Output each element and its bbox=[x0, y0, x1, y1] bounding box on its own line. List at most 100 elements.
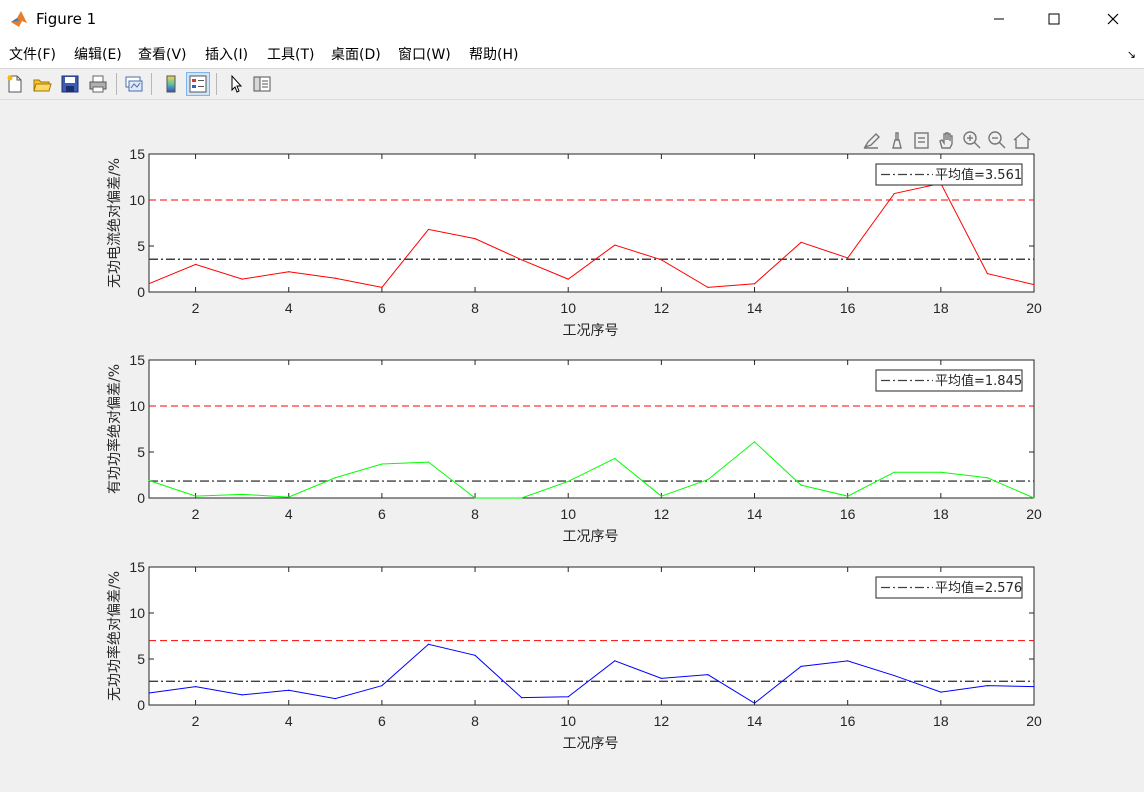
data-point bbox=[986, 477, 989, 479]
colorbar-button[interactable] bbox=[159, 72, 183, 96]
x-tick-label: 4 bbox=[285, 713, 293, 729]
export-icon[interactable] bbox=[914, 132, 929, 149]
x-tick-label: 20 bbox=[1026, 300, 1042, 316]
data-point bbox=[381, 685, 383, 687]
open-file-button[interactable] bbox=[30, 72, 54, 96]
y-tick-label: 10 bbox=[129, 605, 145, 621]
data-point bbox=[381, 463, 383, 465]
maximize-button[interactable] bbox=[1031, 0, 1077, 38]
menu-insert[interactable]: 插入(I) bbox=[205, 44, 248, 64]
x-tick-label: 10 bbox=[560, 713, 576, 729]
save-icon bbox=[61, 75, 79, 93]
menu-help[interactable]: 帮助(H) bbox=[469, 44, 518, 64]
y-tick-label: 10 bbox=[129, 192, 145, 208]
menu-view[interactable]: 查看(V) bbox=[138, 44, 187, 64]
maximize-icon bbox=[1048, 13, 1060, 25]
data-point bbox=[288, 496, 290, 498]
data-point bbox=[521, 497, 523, 499]
x-tick-label: 12 bbox=[654, 300, 670, 316]
link-plot-button[interactable] bbox=[122, 72, 146, 96]
data-point bbox=[753, 702, 756, 704]
menu-file[interactable]: 文件(F) bbox=[9, 44, 56, 64]
data-point bbox=[614, 660, 616, 662]
data-point bbox=[800, 484, 802, 486]
menu-dock-arrow-icon[interactable]: ↘ bbox=[1127, 48, 1136, 61]
x-tick-label: 8 bbox=[471, 713, 479, 729]
menu-edit[interactable]: 编辑(E) bbox=[74, 44, 122, 64]
data-point bbox=[241, 278, 243, 280]
data-point bbox=[847, 495, 849, 497]
data-point bbox=[521, 697, 523, 699]
legend: 平均值=3.561 bbox=[875, 163, 1023, 186]
data-point bbox=[893, 674, 895, 677]
data-point bbox=[148, 283, 150, 285]
x-tick-label: 8 bbox=[471, 506, 479, 522]
axes-toolbar bbox=[863, 131, 1031, 149]
zoom-out-icon[interactable] bbox=[988, 131, 1006, 149]
x-tick-label: 14 bbox=[747, 300, 763, 316]
data-point bbox=[427, 228, 430, 231]
data-point bbox=[614, 457, 616, 460]
data-point bbox=[474, 497, 476, 499]
legend-button[interactable] bbox=[186, 72, 210, 96]
data-cursor-icon[interactable] bbox=[892, 132, 902, 149]
x-axis-label: 工况序号 bbox=[563, 736, 619, 752]
data-point bbox=[427, 643, 430, 645]
data-point bbox=[148, 479, 150, 482]
data-point bbox=[288, 271, 290, 273]
property-inspector-button[interactable] bbox=[250, 72, 274, 96]
data-point bbox=[753, 441, 756, 443]
minimize-icon bbox=[994, 18, 1004, 20]
data-point bbox=[567, 278, 569, 280]
edit-plot-button[interactable] bbox=[224, 72, 248, 96]
y-tick-label: 5 bbox=[137, 238, 145, 254]
data-point bbox=[660, 259, 662, 261]
x-tick-label: 4 bbox=[285, 506, 293, 522]
y-tick-label: 0 bbox=[137, 697, 145, 713]
plot-axes-3: 2 4 6 8 10 12 14 16 18 20 0 5 10 15 平均值=2.576 工况序号 无功功率绝… bbox=[106, 559, 1042, 752]
toolbar-separator bbox=[116, 73, 117, 95]
brush-data-icon[interactable] bbox=[863, 133, 880, 149]
y-tick-label: 5 bbox=[137, 651, 145, 667]
data-point bbox=[893, 192, 895, 195]
data-point bbox=[707, 286, 709, 288]
menu-window[interactable]: 窗口(W) bbox=[398, 44, 451, 64]
menu-desktop[interactable]: 桌面(D) bbox=[331, 44, 381, 64]
zoom-in-icon[interactable] bbox=[963, 131, 981, 149]
matlab-app-icon bbox=[11, 11, 27, 27]
new-figure-button[interactable] bbox=[3, 72, 27, 96]
data-point bbox=[474, 238, 476, 240]
minimize-button[interactable] bbox=[976, 0, 1022, 38]
new-figure-icon bbox=[7, 75, 22, 93]
y-axis-label: 有功功率绝对偏差/% bbox=[106, 364, 123, 494]
pan-icon[interactable] bbox=[939, 132, 953, 149]
home-icon[interactable] bbox=[1013, 132, 1031, 149]
x-axis-label: 工况序号 bbox=[563, 529, 619, 545]
data-point bbox=[194, 263, 197, 265]
data-point bbox=[753, 283, 756, 285]
toolbar-separator bbox=[151, 73, 152, 95]
save-button[interactable] bbox=[58, 72, 82, 96]
data-point bbox=[940, 471, 942, 473]
x-tick-label: 12 bbox=[654, 713, 670, 729]
plot-axes-2: 2 4 6 8 10 12 14 16 18 20 0 5 10 15 平均值=1.845 工况序号 有功功率绝… bbox=[106, 352, 1042, 545]
print-button[interactable] bbox=[86, 72, 110, 96]
legend: 平均值=2.576 bbox=[875, 576, 1023, 599]
x-tick-label: 16 bbox=[840, 713, 856, 729]
x-tick-label: 20 bbox=[1026, 713, 1042, 729]
data-point bbox=[334, 477, 336, 479]
x-tick-label: 16 bbox=[840, 506, 856, 522]
menu-tools[interactable]: 工具(T) bbox=[267, 44, 314, 64]
data-point bbox=[194, 686, 197, 688]
close-button[interactable] bbox=[1090, 0, 1136, 38]
x-tick-label: 6 bbox=[378, 506, 386, 522]
menu-bar: 文件(F) 编辑(E) 查看(V) 插入(I) 工具(T) 桌面(D) 窗口(W… bbox=[0, 38, 1144, 69]
data-point bbox=[381, 286, 383, 288]
data-point bbox=[847, 257, 849, 259]
data-point bbox=[427, 461, 430, 463]
close-icon bbox=[1107, 13, 1119, 25]
y-axis-label: 无功电流绝对偏差/% bbox=[107, 158, 123, 288]
data-point bbox=[660, 677, 662, 679]
data-point bbox=[1033, 686, 1035, 688]
x-tick-label: 8 bbox=[471, 300, 479, 316]
